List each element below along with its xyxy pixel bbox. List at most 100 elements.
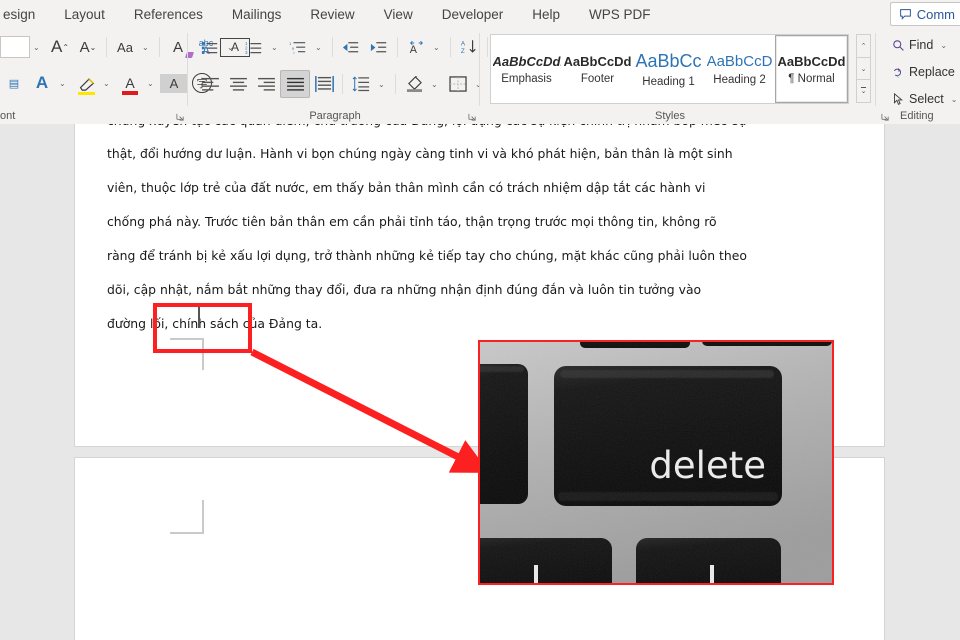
find-chevron-down-icon[interactable]: ⌄ (937, 41, 953, 50)
font-dialog-launcher[interactable] (176, 113, 185, 122)
style-heading-1[interactable]: AaBbCc Heading 1 (633, 35, 704, 103)
ribbon-group-styles: AaBbCcDdE Emphasis AaBbCcDdE Footer AaBb… (484, 28, 884, 124)
align-right-icon[interactable] (252, 71, 280, 97)
style-preview: AaBbCcDdE (564, 54, 632, 69)
bullets-chevron-down-icon[interactable]: ⌄ (224, 43, 240, 52)
distributed-align-icon[interactable] (310, 71, 338, 97)
select-cursor-icon (892, 93, 905, 106)
ribbon-tab-strip: esign Layout References Mailings Review … (0, 0, 960, 28)
page2-margin-corner-vertical (202, 500, 204, 533)
svg-text:i: i (294, 49, 295, 54)
text-effects-icon[interactable]: A (28, 70, 56, 96)
comments-button[interactable]: Comm (890, 2, 960, 26)
line-spacing-icon[interactable] (347, 71, 375, 97)
style-name: Heading 1 (642, 76, 694, 88)
document-line-6: dõi, cập nhật, nắm bắt những thay đổi, đ… (107, 273, 854, 307)
shrink-font-icon[interactable]: A⌄ (74, 34, 102, 60)
ribbon-group-font: ⌄ A⌃ A⌄ Aa ⌄ A abcA A ▤ A ⌄ ⌄ A ⌄ A (0, 28, 188, 124)
font-color-icon[interactable]: A (116, 71, 144, 95)
style-heading-2[interactable]: AaBbCcD Heading 2 (704, 35, 775, 103)
svg-text:3: 3 (245, 49, 248, 54)
tab-wps-pdf[interactable]: WPS PDF (580, 3, 660, 26)
line-spacing-chevron-down-icon[interactable]: ⌄ (375, 80, 391, 89)
text-highlight-color-icon[interactable] (72, 71, 100, 95)
style-name: Heading 2 (713, 74, 765, 86)
divider (332, 37, 333, 57)
tab-review[interactable]: Review (301, 3, 363, 26)
search-icon (892, 39, 905, 52)
find-button[interactable]: Find ⌄ (892, 34, 960, 56)
styles-dialog-launcher[interactable] (881, 113, 890, 122)
multilevel-list-icon[interactable]: 1ai (284, 34, 312, 60)
replace-button[interactable]: bc Replace (892, 61, 960, 83)
ribbon-group-editing: Find ⌄ bc Replace Select ⌄ Editing (890, 28, 960, 124)
style-name: ¶ Normal (788, 73, 834, 85)
styles-scroll-down-button[interactable]: ⌄ (856, 57, 871, 81)
styles-more-button[interactable]: ⌄ (856, 79, 871, 103)
style-footer[interactable]: AaBbCcDdE Footer (562, 35, 633, 103)
document-line-4: chống phá này. Trước tiên bản thân em cầ… (107, 205, 854, 239)
shading-icon[interactable] (400, 71, 428, 97)
svg-text:Z: Z (461, 48, 465, 55)
align-left-icon[interactable] (196, 71, 224, 97)
borders-icon[interactable] (444, 71, 472, 97)
tab-layout[interactable]: Layout (55, 3, 114, 26)
svg-text:A: A (410, 43, 418, 54)
document-workspace[interactable]: chúng xuyên tạc các quan điểm, chủ trươn… (0, 124, 960, 640)
divider (875, 33, 876, 106)
bold-italic-underline-group[interactable]: ▤ (0, 70, 28, 96)
decrease-indent-icon[interactable] (337, 34, 365, 60)
change-case-icon[interactable]: Aa (111, 34, 139, 60)
tab-developer[interactable]: Developer (433, 3, 513, 26)
divider (397, 37, 398, 57)
multilevel-chevron-down-icon[interactable]: ⌄ (312, 43, 328, 52)
style-preview: AaBbCcD (707, 53, 773, 70)
paragraph-group-label: Paragraph (190, 110, 480, 122)
character-shading-icon[interactable]: A (160, 74, 188, 93)
divider (395, 74, 396, 94)
annotation-highlight-rectangle (153, 303, 252, 353)
ribbon-group-paragraph: ⌄ 123 ⌄ 1ai ⌄ A ⌄ AZ (190, 28, 480, 124)
divider (106, 37, 107, 57)
tab-design[interactable]: esign (0, 3, 44, 26)
style-name: Emphasis (501, 73, 552, 85)
shading-chevron-down-icon[interactable]: ⌄ (428, 80, 444, 89)
document-line-2: thật, đổi hướng dư luận. Hành vi bọn chú… (107, 137, 854, 171)
tab-view[interactable]: View (375, 3, 422, 26)
grow-font-icon[interactable]: A⌃ (46, 34, 74, 60)
text-effects-chevron-down-icon[interactable]: ⌄ (56, 79, 72, 88)
highlight-chevron-down-icon[interactable]: ⌄ (100, 79, 116, 88)
asian-layout-chevron-down-icon[interactable]: ⌄ (430, 43, 446, 52)
font-color-chevron-down-icon[interactable]: ⌄ (144, 79, 160, 88)
svg-text:A: A (461, 41, 466, 48)
font-size-box[interactable] (0, 36, 30, 58)
style-emphasis[interactable]: AaBbCcDdE Emphasis (491, 35, 562, 103)
styles-scroll-buttons: ⌃ ⌄ ⌄ (856, 34, 871, 102)
style-normal[interactable]: AaBbCcDdE ¶ Normal (775, 35, 848, 103)
tab-references[interactable]: References (125, 3, 212, 26)
align-justify-icon[interactable] (280, 70, 310, 98)
replace-label: Replace (909, 65, 955, 79)
editing-group-label: Editing (900, 110, 960, 122)
divider (159, 37, 160, 57)
select-label: Select (909, 92, 944, 106)
font-size-chevron-down-icon[interactable]: ⌄ (30, 43, 46, 52)
bullets-icon[interactable] (196, 34, 224, 60)
tab-mailings[interactable]: Mailings (223, 3, 291, 26)
increase-indent-icon[interactable] (365, 34, 393, 60)
ribbon: ⌄ A⌃ A⌄ Aa ⌄ A abcA A ▤ A ⌄ ⌄ A ⌄ A (0, 28, 960, 125)
divider (187, 33, 188, 106)
tab-help[interactable]: Help (523, 3, 569, 26)
divider (479, 33, 480, 106)
select-chevron-down-icon[interactable]: ⌄ (948, 95, 960, 104)
numbering-icon[interactable]: 123 (240, 34, 268, 60)
asian-layout-icon[interactable]: A (402, 34, 430, 60)
numbering-chevron-down-icon[interactable]: ⌄ (268, 43, 284, 52)
style-preview: AaBbCcDdE (778, 54, 846, 69)
select-button[interactable]: Select ⌄ (892, 88, 960, 110)
change-case-chevron-down-icon[interactable]: ⌄ (139, 43, 155, 52)
styles-scroll-up-button[interactable]: ⌃ (856, 34, 871, 58)
paragraph-dialog-launcher[interactable] (468, 113, 477, 122)
style-preview: AaBbCc (635, 51, 701, 72)
align-center-icon[interactable] (224, 71, 252, 97)
